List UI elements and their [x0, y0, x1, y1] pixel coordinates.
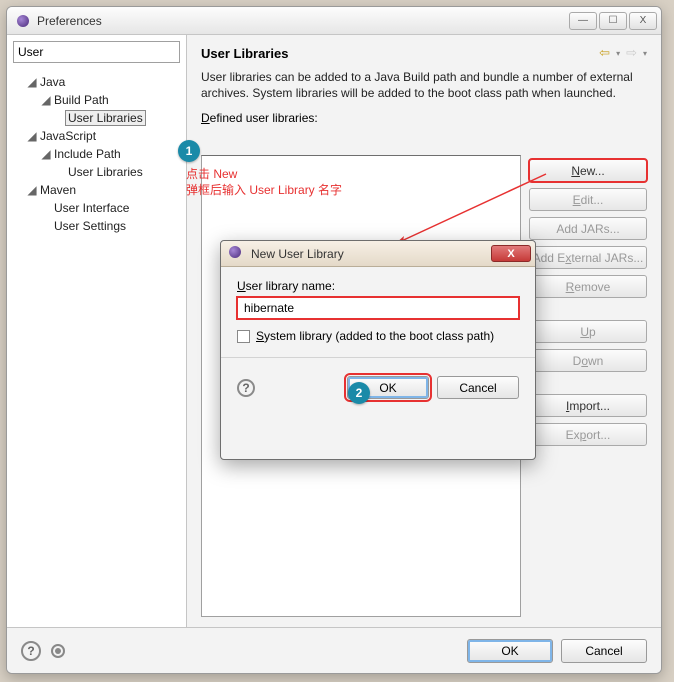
tree-item-maven[interactable]: ◢Maven [13, 181, 180, 199]
edit-button: Edit... [529, 188, 647, 211]
add-jars-button: Add JARs... [529, 217, 647, 240]
modal-close-button[interactable]: X [491, 245, 531, 262]
modal-help-icon[interactable]: ? [237, 379, 255, 397]
defined-libraries-label: Defined user libraries: [201, 111, 647, 125]
import-button[interactable]: Import... [529, 394, 647, 417]
library-name-input[interactable] [237, 297, 519, 319]
down-button: Down [529, 349, 647, 372]
annotation-text: 点击 New 弹框后输入 User Library 名字 [186, 166, 342, 198]
new-user-library-dialog: New User Library X User library name: Sy… [220, 240, 536, 460]
annotation-badge-2: 2 [348, 382, 370, 404]
maximize-button[interactable]: ☐ [599, 12, 627, 30]
page-title: User Libraries [201, 46, 599, 61]
status-icon [51, 644, 65, 658]
titlebar: Preferences — ☐ X [7, 7, 661, 35]
ok-button[interactable]: OK [467, 639, 553, 663]
filter-input[interactable] [13, 41, 180, 63]
cancel-button[interactable]: Cancel [561, 639, 647, 663]
tree-item-user-settings[interactable]: User Settings [13, 217, 180, 235]
system-library-checkbox[interactable] [237, 330, 250, 343]
library-name-label: User library name: [237, 279, 519, 293]
annotation-badge-1: 1 [178, 140, 200, 162]
add-external-jars-button: Add External JARs... [529, 246, 647, 269]
tree-item-user-interface[interactable]: User Interface [13, 199, 180, 217]
eclipse-icon [229, 246, 245, 262]
window-title: Preferences [37, 14, 569, 28]
minimize-button[interactable]: — [569, 12, 597, 30]
modal-cancel-button[interactable]: Cancel [437, 376, 519, 399]
export-button: Export... [529, 423, 647, 446]
tree-item-javascript[interactable]: ◢JavaScript [13, 127, 180, 145]
up-button: Up [529, 320, 647, 343]
eclipse-icon [15, 13, 31, 29]
new-button[interactable]: New... [529, 159, 647, 182]
remove-button: Remove [529, 275, 647, 298]
nav-back-icon[interactable]: ⇦ [599, 45, 610, 61]
tree-item-build-path[interactable]: ◢Build Path [13, 91, 180, 109]
system-library-label: System library (added to the boot class … [256, 329, 494, 343]
preferences-tree[interactable]: ◢Java ◢Build Path User Libraries ◢JavaSc… [7, 69, 186, 627]
nav-back-menu[interactable]: ▾ [616, 49, 620, 58]
footer: ? OK Cancel [7, 627, 661, 673]
help-icon[interactable]: ? [21, 641, 41, 661]
tree-item-user-libraries-js[interactable]: User Libraries [13, 163, 180, 181]
side-buttons: New... Edit... Add JARs... Add External … [529, 159, 647, 446]
nav-forward-menu[interactable]: ▾ [643, 49, 647, 58]
page-description: User libraries can be added to a Java Bu… [201, 69, 647, 101]
tree-item-include-path[interactable]: ◢Include Path [13, 145, 180, 163]
sidebar: ◢Java ◢Build Path User Libraries ◢JavaSc… [7, 35, 187, 627]
modal-titlebar: New User Library X [221, 241, 535, 267]
tree-item-user-libraries-java[interactable]: User Libraries [13, 109, 180, 127]
modal-title: New User Library [251, 247, 491, 261]
nav-forward-icon: ⇨ [626, 45, 637, 61]
close-button[interactable]: X [629, 12, 657, 30]
tree-item-java[interactable]: ◢Java [13, 73, 180, 91]
